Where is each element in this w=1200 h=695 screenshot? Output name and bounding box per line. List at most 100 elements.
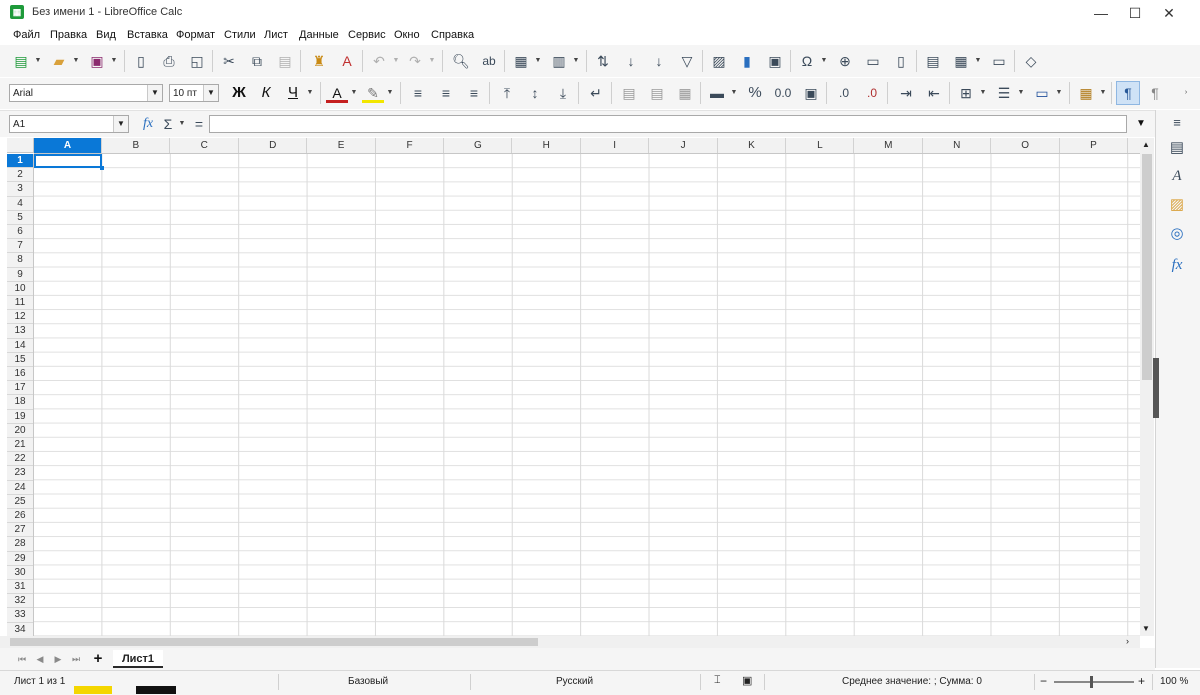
border-color-dropdown-icon[interactable]: ▼ — [1055, 82, 1063, 104]
delete-decimal-button[interactable]: .0 — [861, 82, 883, 104]
column-header[interactable]: P — [1060, 138, 1128, 153]
find-replace-icon[interactable]: 🔍︎ — [450, 50, 472, 72]
increase-indent-icon[interactable]: ⇥ — [895, 82, 917, 104]
column-header[interactable]: J — [650, 138, 718, 153]
row-header[interactable]: 8 — [7, 253, 33, 268]
row-header[interactable]: 22 — [7, 452, 33, 467]
align-middle-icon[interactable]: ↕ — [524, 82, 546, 104]
column-header[interactable]: B — [102, 138, 171, 153]
close-icon[interactable]: ✕ — [1152, 0, 1186, 26]
row-header[interactable]: 11 — [7, 296, 33, 311]
styles-icon[interactable]: A — [1166, 165, 1188, 187]
freeze-dropdown-icon[interactable]: ▼ — [974, 50, 982, 72]
row-header[interactable]: 34 — [7, 623, 33, 636]
chevron-down-icon[interactable]: ▼ — [113, 116, 128, 132]
row-icon[interactable]: ▦ — [510, 50, 532, 72]
spellcheck-icon[interactable]: ab — [478, 50, 500, 72]
row-header[interactable]: 19 — [7, 410, 33, 424]
sort-icon[interactable]: ⇅ — [592, 50, 614, 72]
row-header[interactable]: 4 — [7, 197, 33, 211]
add-sheet-button[interactable]: + — [90, 651, 106, 667]
next-sheet-icon[interactable]: ▶ — [50, 651, 66, 667]
previous-sheet-icon[interactable]: ◀ — [32, 651, 48, 667]
row-header[interactable]: 24 — [7, 481, 33, 495]
undo-dropdown-icon[interactable]: ▼ — [392, 50, 400, 72]
copy-icon[interactable]: ⧉ — [246, 50, 268, 72]
add-decimal-button[interactable]: .0 — [833, 82, 855, 104]
column-header[interactable]: E — [308, 138, 376, 153]
insert-image-icon[interactable]: ▨ — [708, 50, 730, 72]
expand-formula-bar-icon[interactable]: ▼ — [1130, 113, 1152, 135]
scroll-right-icon[interactable]: › — [1126, 636, 1129, 646]
column-header[interactable]: G — [444, 138, 513, 153]
number-format-button[interactable]: 0.0 — [772, 82, 794, 104]
comment-icon[interactable]: ▭ — [862, 50, 884, 72]
new-document-icon[interactable]: ▤ — [10, 50, 32, 72]
borders-dropdown-icon[interactable]: ▼ — [979, 82, 987, 104]
print-preview-icon[interactable]: ◱ — [186, 50, 208, 72]
wrap-text-icon[interactable]: ↵ — [585, 82, 607, 104]
chevron-down-icon[interactable]: ▼ — [147, 85, 162, 101]
align-bottom-icon[interactable]: ⤓ — [552, 82, 574, 104]
save-icon[interactable]: ▣ — [86, 50, 108, 72]
zoom-level[interactable]: 100 % — [1160, 676, 1188, 687]
row-header[interactable]: 21 — [7, 438, 33, 453]
vertical-scrollbar[interactable]: ▲ ▼ — [1140, 138, 1154, 636]
row-header[interactable]: 1 — [7, 154, 33, 169]
column-header[interactable]: A — [34, 138, 102, 153]
zoom-in-button[interactable]: + — [1138, 674, 1145, 688]
first-sheet-icon[interactable]: ⏮ — [14, 651, 30, 667]
column-header[interactable]: I — [581, 138, 650, 153]
column-header[interactable]: F — [376, 138, 444, 153]
row-header[interactable]: 20 — [7, 424, 33, 438]
row-header[interactable]: 29 — [7, 552, 33, 566]
row-header[interactable]: 2 — [7, 168, 33, 183]
border-style-icon[interactable]: ☰ — [993, 82, 1015, 104]
formula-button[interactable]: = — [188, 113, 210, 135]
column-header[interactable]: N — [923, 138, 992, 153]
cell-area[interactable] — [34, 154, 1140, 636]
row-header[interactable]: 7 — [7, 239, 33, 254]
sum-button[interactable]: Σ — [157, 113, 179, 135]
row-header[interactable]: 13 — [7, 324, 33, 339]
row-header[interactable]: 28 — [7, 537, 33, 552]
bold-button[interactable]: Ж — [228, 82, 250, 104]
open-folder-icon[interactable]: ▰ — [48, 50, 70, 72]
row-header[interactable]: 33 — [7, 608, 33, 623]
row-header[interactable]: 17 — [7, 381, 33, 396]
right-to-left-icon[interactable]: ¶ — [1144, 82, 1166, 104]
column-header[interactable]: C — [171, 138, 239, 153]
border-style-dropdown-icon[interactable]: ▼ — [1017, 82, 1025, 104]
row-header[interactable]: 32 — [7, 594, 33, 609]
open-dropdown-icon[interactable]: ▼ — [72, 50, 80, 72]
column-header[interactable]: H — [513, 138, 581, 153]
menu-insert[interactable]: Вставка — [127, 29, 168, 41]
row-header[interactable]: 6 — [7, 225, 33, 240]
row-header[interactable]: 3 — [7, 182, 33, 197]
redo-icon[interactable]: ↷ — [404, 50, 426, 72]
decrease-indent-icon[interactable]: ⇤ — [923, 82, 945, 104]
row-header[interactable]: 18 — [7, 395, 33, 410]
row-header[interactable]: 5 — [7, 211, 33, 225]
autofilter-icon[interactable]: ▽ — [676, 50, 698, 72]
row-header[interactable]: 9 — [7, 268, 33, 282]
autofill-handle[interactable] — [100, 166, 104, 170]
row-header[interactable]: 15 — [7, 353, 33, 367]
cut-icon[interactable]: ✂ — [218, 50, 240, 72]
export-pdf-icon[interactable]: ▯ — [130, 50, 152, 72]
font-color-button[interactable]: A — [326, 82, 348, 103]
font-color-dropdown-icon[interactable]: ▼ — [350, 82, 358, 104]
save-dropdown-icon[interactable]: ▼ — [110, 50, 118, 72]
sheet-tab[interactable]: Лист1 — [113, 650, 163, 668]
align-center-icon[interactable]: ≡ — [435, 82, 457, 104]
column-icon[interactable]: ▥ — [548, 50, 570, 72]
align-left-icon[interactable]: ≡ — [407, 82, 429, 104]
sum-dropdown-icon[interactable]: ▼ — [178, 113, 186, 135]
active-cell-cursor[interactable] — [34, 154, 102, 168]
row-header[interactable]: 31 — [7, 580, 33, 595]
currency-format-icon[interactable]: ▬ — [706, 82, 728, 104]
column-header[interactable]: O — [992, 138, 1060, 153]
define-print-area-icon[interactable]: ▤ — [922, 50, 944, 72]
print-icon[interactable]: ⎙ — [158, 50, 180, 72]
clear-formatting-icon[interactable]: A — [336, 50, 358, 72]
